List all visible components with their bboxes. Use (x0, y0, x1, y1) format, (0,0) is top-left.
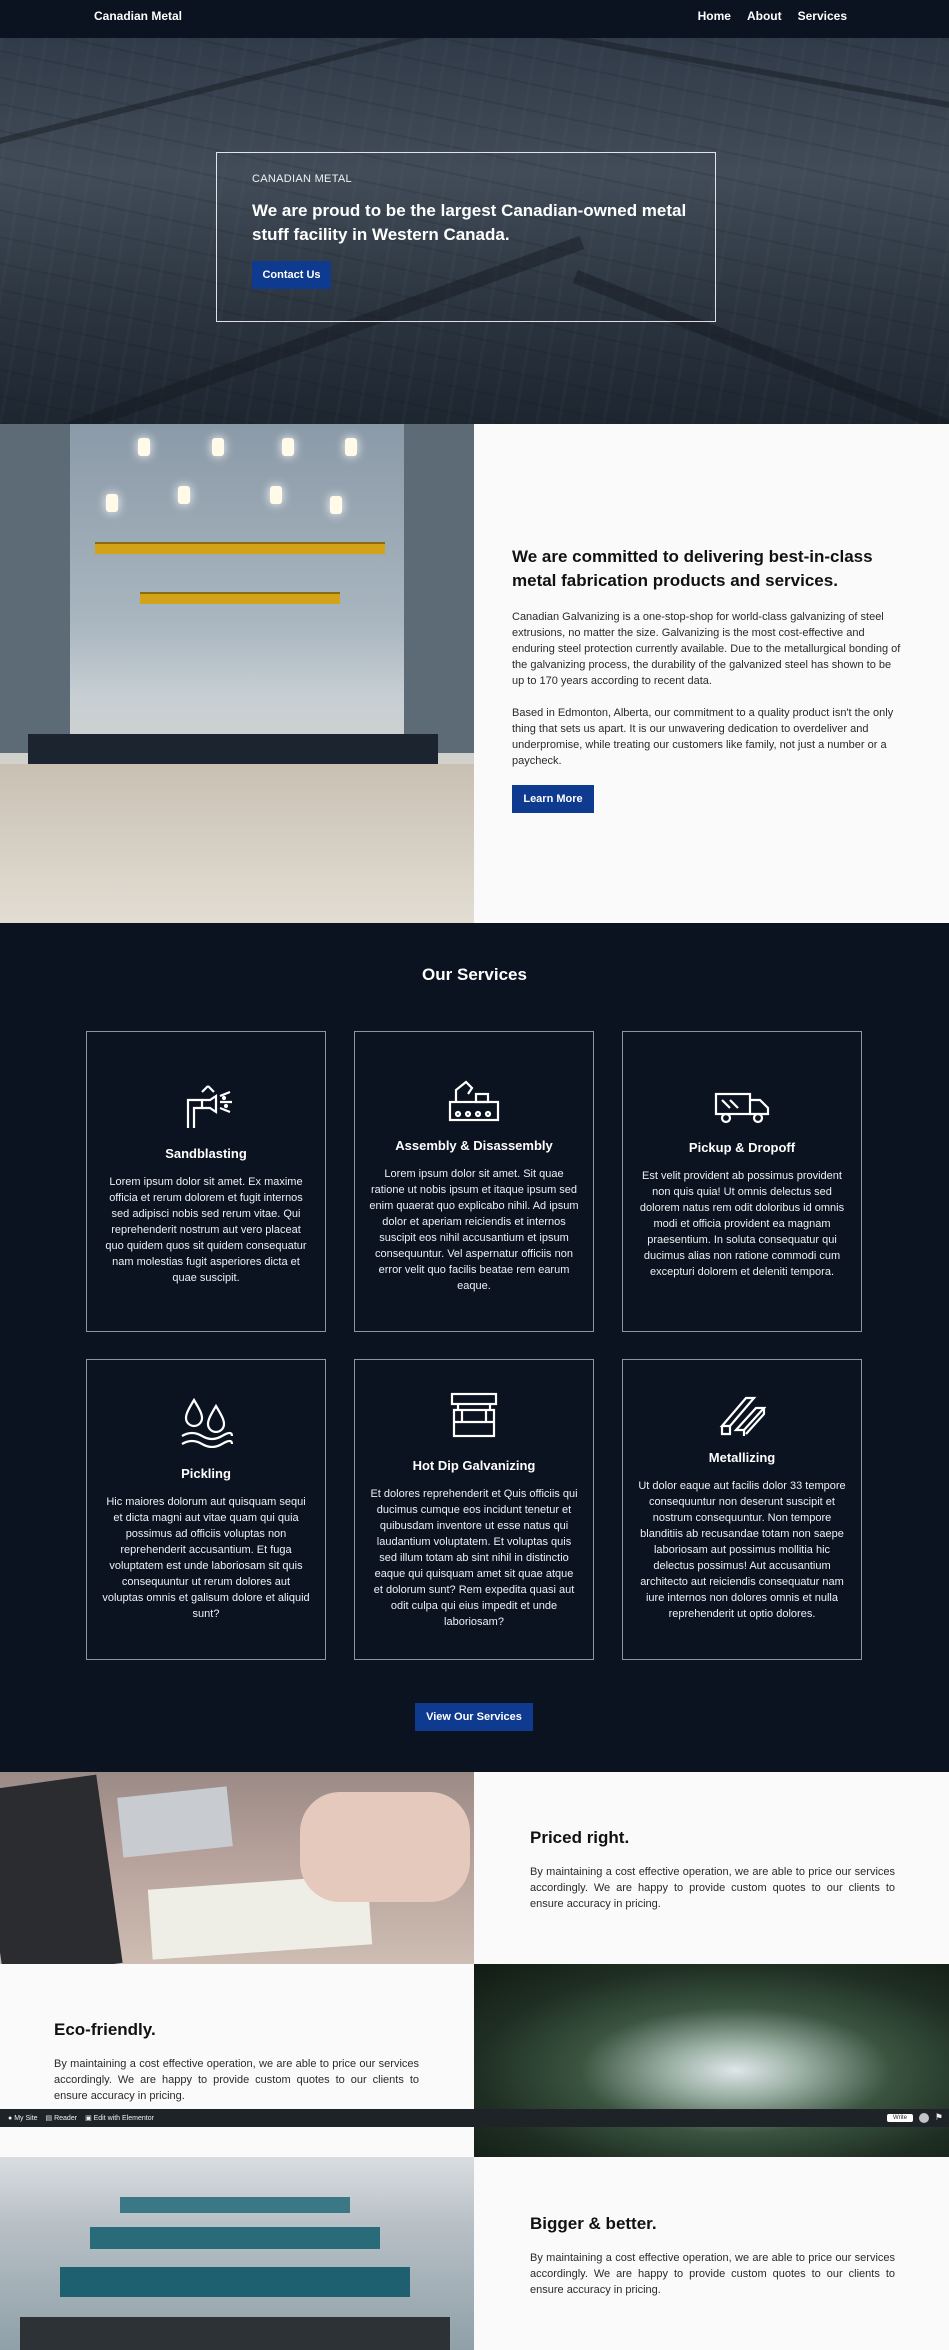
ceiling-light (178, 486, 190, 504)
notifications-icon[interactable]: ⚑ (935, 2112, 943, 2123)
hero-frame: CANADIAN METAL We are proud to be the la… (216, 152, 716, 322)
service-description: Ut dolor eaque aut facilis dolor 33 temp… (638, 1480, 846, 1620)
forest-canopy-image (474, 1964, 949, 2157)
about-paragraph-2: Based in Edmonton, Alberta, our commitme… (512, 707, 894, 767)
service-card-pickup[interactable]: Pickup & Dropoff Est velit provident ab … (622, 1031, 862, 1332)
feature-description: By maintaining a cost effective operatio… (530, 1866, 895, 1910)
ceiling-light (282, 438, 294, 456)
hero-eyebrow: CANADIAN METAL (252, 173, 352, 185)
feature-description: By maintaining a cost effective operatio… (54, 2058, 419, 2102)
services-title: Our Services (422, 965, 527, 984)
factory-interior-image (0, 424, 474, 923)
service-description: Lorem ipsum dolor sit amet. Sit quae rat… (369, 1168, 579, 1292)
metal-beams-icon (623, 1386, 861, 1438)
admin-edit-elementor[interactable]: ▣ Edit with Elementor (85, 2114, 154, 2123)
hero-section: CANADIAN METAL We are proud to be the la… (0, 38, 949, 424)
hero-headline: We are proud to be the largest Canadian-… (252, 201, 687, 244)
service-title: Sandblasting (165, 1146, 247, 1161)
service-description: Hic maiores dolorum aut quisquam sequi e… (102, 1496, 310, 1620)
galvanizing-bath-icon (355, 1390, 593, 1442)
factory-left-wall (0, 424, 70, 753)
delivery-truck-icon (623, 1088, 861, 1124)
service-description: Lorem ipsum dolor sit amet. Ex maxime of… (105, 1176, 307, 1284)
service-card-galvanizing[interactable]: Hot Dip Galvanizing Et dolores reprehend… (354, 1359, 594, 1660)
about-heading: We are committed to delivering best-in-c… (512, 547, 873, 590)
admin-my-site[interactable]: ● My Site (8, 2115, 38, 2122)
acid-drops-icon (87, 1396, 325, 1448)
ceiling-light (330, 496, 342, 514)
nav-link-services[interactable]: Services (798, 9, 847, 23)
tank (90, 2227, 380, 2249)
service-title: Metallizing (708, 1450, 776, 1465)
hero-roof-beam (423, 38, 949, 113)
service-title: Pickup & Dropoff (688, 1140, 796, 1155)
service-card-metallizing[interactable]: Metallizing Ut dolor eaque aut facilis d… (622, 1359, 862, 1660)
write-button[interactable]: Write (887, 2113, 913, 2122)
factory-right-wall (404, 424, 474, 753)
galvanizing-tanks-image (0, 2157, 474, 2350)
tank (120, 2197, 350, 2213)
learn-more-button[interactable]: Learn More (512, 785, 594, 813)
service-title: Hot Dip Galvanizing (412, 1458, 536, 1473)
ceiling-light (212, 438, 224, 456)
top-navigation: Canadian Metal Home About Services (0, 0, 949, 38)
service-title: Assembly & Disassembly (395, 1138, 553, 1153)
sandblast-nozzle-icon (87, 1078, 325, 1130)
service-card-assembly[interactable]: Assembly & Disassembly Lorem ipsum dolor… (354, 1031, 594, 1332)
galvanizing-pit (28, 734, 438, 764)
about-paragraph-1: Canadian Galvanizing is a one-stop-shop … (512, 611, 901, 687)
site-brand[interactable]: Canadian Metal (94, 9, 182, 23)
feature-title: Bigger & better. (530, 2214, 657, 2233)
admin-bar-right: Write ⚑ (887, 2112, 943, 2123)
nav-link-about[interactable]: About (747, 9, 782, 23)
feature-description: By maintaining a cost effective operatio… (530, 2252, 895, 2296)
tank (60, 2267, 410, 2297)
hands (300, 1792, 470, 1902)
factory-floor (0, 764, 474, 923)
nav-links: Home About Services (698, 9, 847, 23)
ceiling-light (138, 438, 150, 456)
contact-us-button[interactable]: Contact Us (252, 261, 331, 289)
feature-bigger-better: Bigger & better. By maintaining a cost e… (530, 2214, 895, 2298)
assembly-machine-icon (355, 1076, 593, 1124)
laptop-shape (0, 1774, 123, 1964)
service-description: Est velit provident ab possimus providen… (639, 1170, 845, 1278)
feature-priced-right: Priced right. By maintaining a cost effe… (530, 1828, 895, 1912)
feature-eco-friendly: Eco-friendly. By maintaining a cost effe… (54, 2020, 419, 2104)
overhead-crane (140, 592, 340, 604)
nav-link-home[interactable]: Home (698, 9, 731, 23)
service-description: Et dolores reprehenderit et Quis officii… (370, 1488, 578, 1628)
ceiling-light (106, 494, 118, 512)
avatar[interactable] (918, 2112, 929, 2123)
about-content: We are committed to delivering best-in-c… (512, 545, 902, 813)
wordpress-admin-bar: ● My Site ▤ Reader ▣ Edit with Elementor… (0, 2109, 949, 2127)
view-services-button[interactable]: View Our Services (415, 1703, 533, 1731)
pricing-desk-image (0, 1772, 474, 1964)
hero-roof-beam (0, 38, 494, 147)
ceiling-light (345, 438, 357, 456)
service-title: Pickling (181, 1466, 231, 1481)
tank-edge (20, 2317, 450, 2350)
services-section: Our Services Sandblasting Lorem ipsum do… (0, 923, 949, 1772)
service-card-sandblasting[interactable]: Sandblasting Lorem ipsum dolor sit amet.… (86, 1031, 326, 1332)
feature-title: Eco-friendly. (54, 2020, 156, 2039)
laptop-keyboard (117, 1786, 233, 1858)
feature-title: Priced right. (530, 1828, 630, 1847)
admin-reader[interactable]: ▤ Reader (46, 2114, 78, 2123)
overhead-crane (95, 542, 385, 554)
service-card-pickling[interactable]: Pickling Hic maiores dolorum aut quisqua… (86, 1359, 326, 1660)
ceiling-light (270, 486, 282, 504)
